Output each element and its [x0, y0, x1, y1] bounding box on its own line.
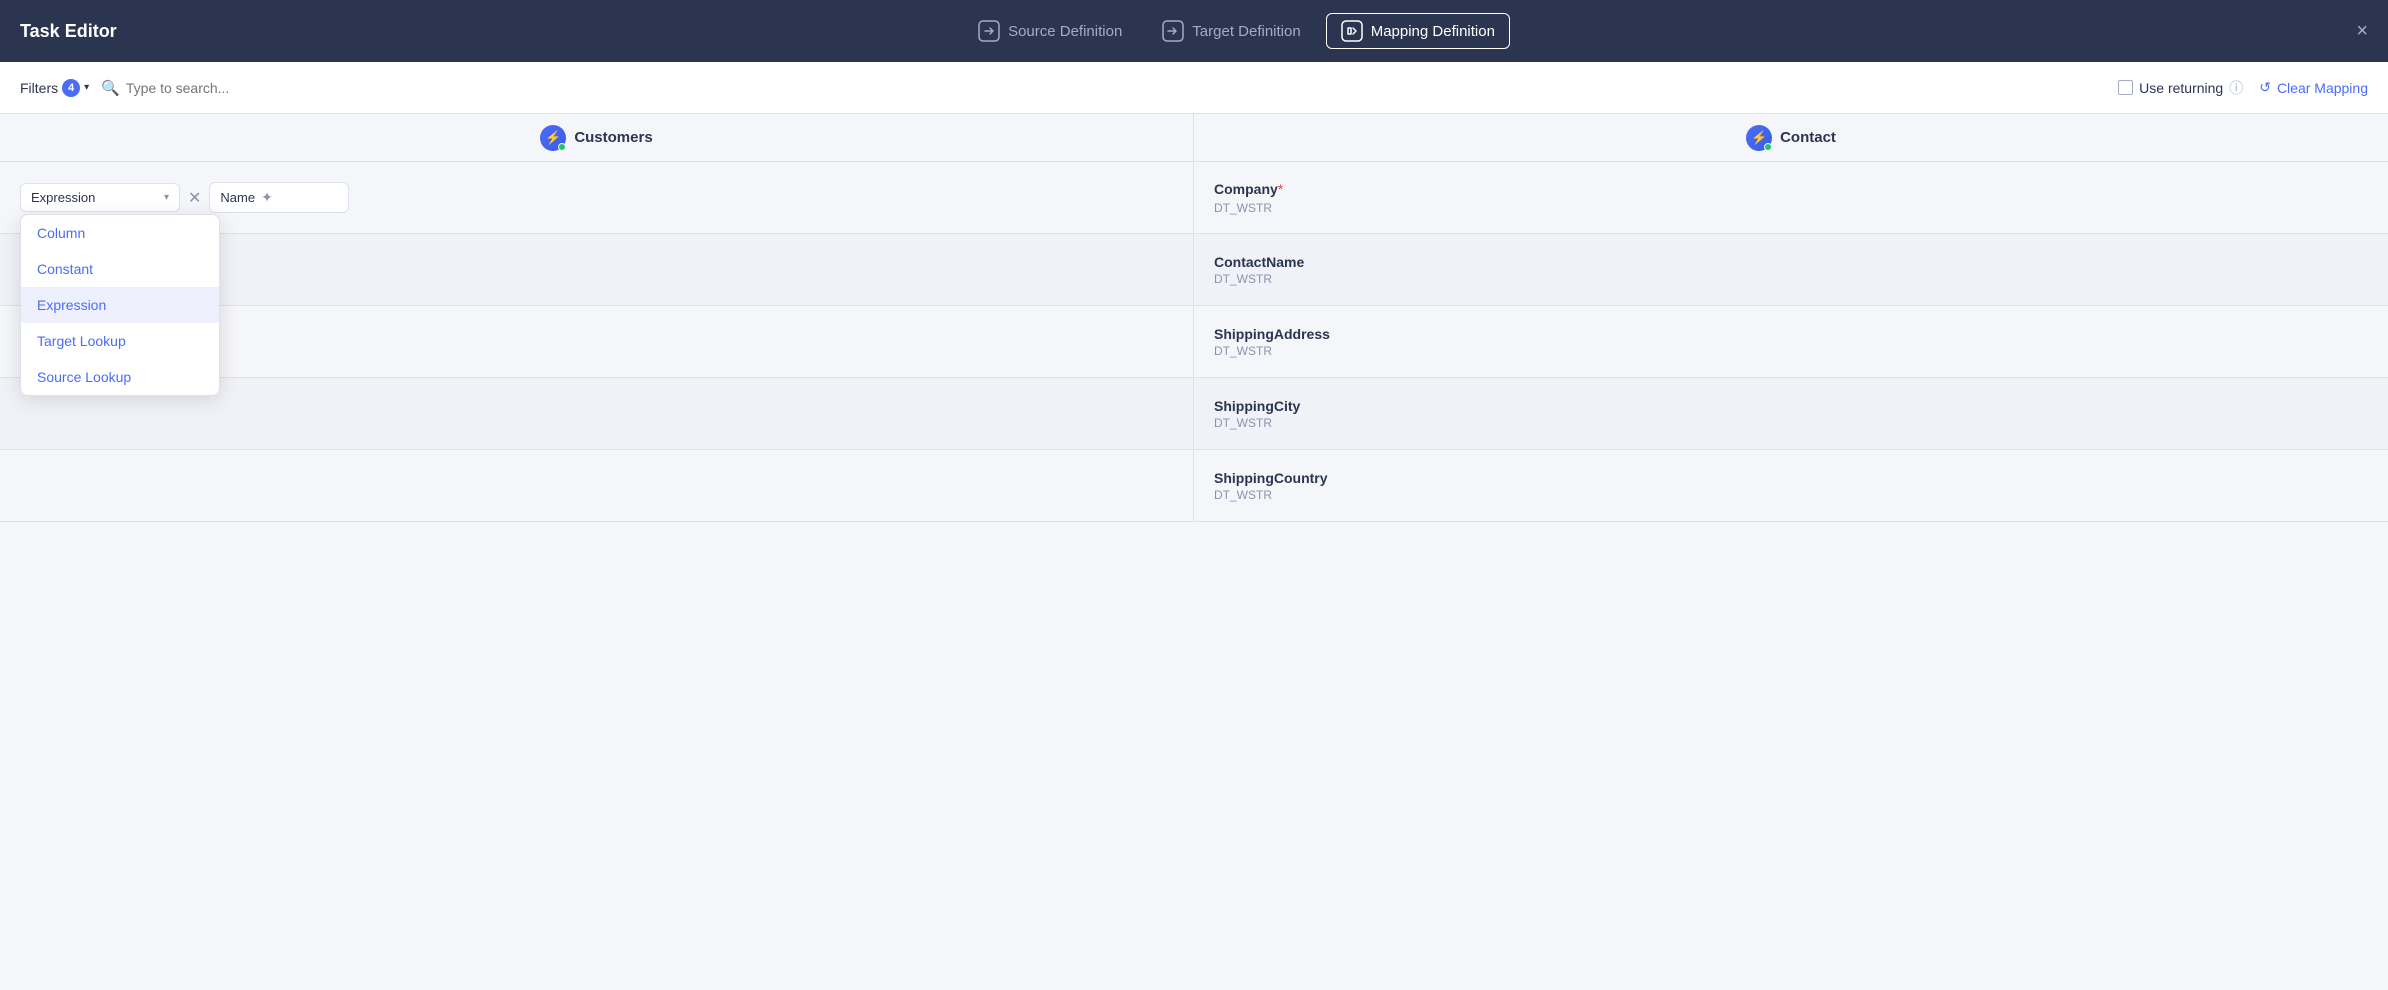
mapping-table: Expression ▾ Column Constant Expression … [0, 162, 2388, 990]
target-active-dot [1764, 143, 1772, 151]
source-active-dot [558, 143, 566, 151]
table-row: Expression ▾ Column Constant Expression … [0, 162, 2388, 234]
target-icon-wrapper: ⚡ [1746, 125, 1772, 151]
target-column-name: Contact [1780, 129, 1836, 146]
target-field-type-row1: DT_WSTR [1214, 201, 2368, 215]
target-cell-row4: ShippingCity DT_WSTR [1194, 378, 2388, 449]
target-cell-row1: Company* DT_WSTR [1194, 162, 2388, 233]
toolbar-right: Use returning ⓘ ↺ Clear Mapping [2118, 78, 2368, 98]
app-title: Task Editor [20, 21, 117, 42]
dropdown-item-constant[interactable]: Constant [21, 251, 219, 287]
target-cell-row5: ShippingCountry DT_WSTR [1194, 450, 2388, 521]
source-cell-row5 [0, 450, 1194, 521]
source-column-header: ⚡ Customers [0, 114, 1194, 161]
expression-type-dropdown-menu: Column Constant Expression Target Lookup… [20, 214, 220, 396]
filters-count-badge: 4 [62, 79, 80, 97]
use-returning-text: Use returning [2139, 80, 2223, 96]
use-returning-checkbox[interactable] [2118, 80, 2133, 95]
table-row: ShippingAddress DT_WSTR [0, 306, 2388, 378]
target-cell-row2: ContactName DT_WSTR [1194, 234, 2388, 305]
close-button[interactable]: × [2356, 21, 2368, 41]
table-row: ShippingCity DT_WSTR [0, 378, 2388, 450]
header: Task Editor Source Definition Target Def… [0, 0, 2388, 62]
expression-type-wrapper: Expression ▾ Column Constant Expression … [20, 183, 180, 212]
source-icon-wrapper: ⚡ [540, 125, 566, 151]
clear-mapping-button[interactable]: ↺ Clear Mapping [2259, 79, 2368, 96]
tab-target-definition-label: Target Definition [1192, 23, 1300, 40]
tab-source-definition[interactable]: Source Definition [963, 13, 1137, 49]
tab-target-definition[interactable]: Target Definition [1147, 13, 1315, 49]
search-bar: 🔍 [101, 79, 2106, 97]
filters-chevron-icon: ▾ [84, 82, 89, 93]
table-row: ShippingCountry DT_WSTR [0, 450, 2388, 522]
mapping-definition-icon [1341, 20, 1363, 42]
target-field-type-row5: DT_WSTR [1214, 488, 2368, 502]
search-icon: 🔍 [101, 79, 120, 97]
tab-mapping-definition[interactable]: Mapping Definition [1326, 13, 1510, 49]
target-field-name-row4: ShippingCity [1214, 398, 2368, 414]
dropdown-item-source-lookup[interactable]: Source Lookup [21, 359, 219, 395]
toolbar: Filters 4 ▾ 🔍 Use returning ⓘ ↺ Clear Ma… [0, 62, 2388, 114]
target-definition-icon [1162, 20, 1184, 42]
target-field-name-row5: ShippingCountry [1214, 470, 2368, 486]
target-field-name-row1: Company* [1214, 181, 2368, 199]
search-input[interactable] [126, 80, 2106, 96]
source-cell-row1: Expression ▾ Column Constant Expression … [0, 162, 1194, 233]
dropdown-item-column[interactable]: Column [21, 215, 219, 251]
target-field-type-row3: DT_WSTR [1214, 344, 2368, 358]
chevron-down-icon: ▾ [164, 192, 169, 203]
source-value-input-row1[interactable]: Name ✦ [209, 182, 349, 213]
clear-mapping-label: Clear Mapping [2277, 80, 2368, 96]
filters-button[interactable]: Filters 4 ▾ [20, 79, 89, 97]
target-field-name-row2: ContactName [1214, 254, 2368, 270]
table-row: ContactName DT_WSTR [0, 234, 2388, 306]
required-star-row1: * [1278, 181, 1283, 197]
source-value-text: Name [220, 190, 255, 205]
refresh-icon: ↺ [2259, 79, 2271, 96]
expression-type-value: Expression [31, 190, 95, 205]
source-column-name: Customers [574, 129, 652, 146]
target-cell-row3: ShippingAddress DT_WSTR [1194, 306, 2388, 377]
filters-label: Filters [20, 80, 58, 96]
info-icon[interactable]: ⓘ [2229, 78, 2243, 98]
target-field-type-row2: DT_WSTR [1214, 272, 2368, 286]
column-headers: ⚡ Customers ⚡ Contact [0, 114, 2388, 162]
dropdown-item-expression[interactable]: Expression [21, 287, 219, 323]
target-field-type-row4: DT_WSTR [1214, 416, 2368, 430]
target-field-name-row3: ShippingAddress [1214, 326, 2368, 342]
use-returning-label[interactable]: Use returning ⓘ [2118, 78, 2243, 98]
tab-mapping-definition-label: Mapping Definition [1371, 23, 1495, 40]
source-definition-icon [978, 20, 1000, 42]
header-tabs: Source Definition Target Definition Mapp… [157, 13, 2317, 49]
clear-mapping-row1-button[interactable]: ✕ [188, 188, 201, 208]
tab-source-definition-label: Source Definition [1008, 23, 1122, 40]
main-content: ⚡ Customers ⚡ Contact Expression ▾ [0, 114, 2388, 990]
wand-icon[interactable]: ✦ [261, 189, 273, 206]
expression-type-select[interactable]: Expression ▾ [20, 183, 180, 212]
dropdown-item-target-lookup[interactable]: Target Lookup [21, 323, 219, 359]
target-column-header: ⚡ Contact [1194, 114, 2388, 161]
